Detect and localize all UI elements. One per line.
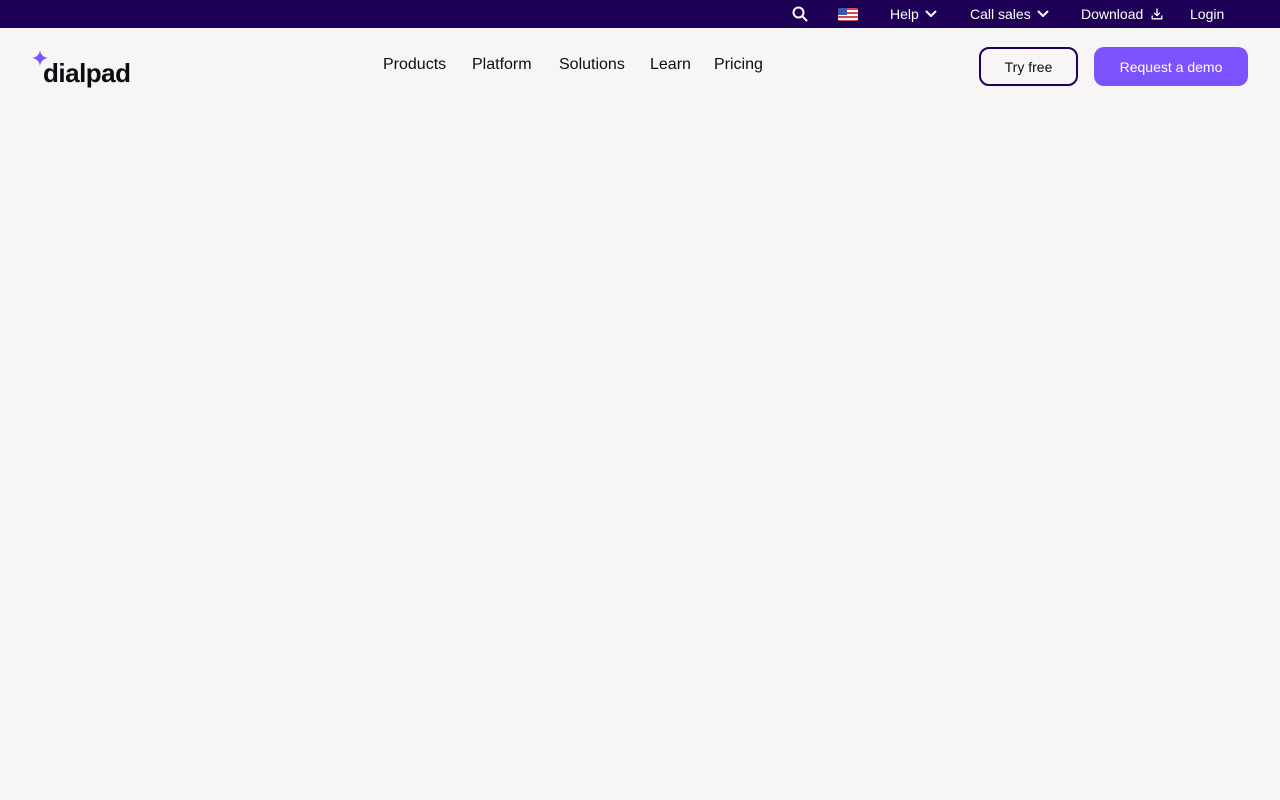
help-menu[interactable]: Help (890, 0, 937, 28)
call-sales-label: Call sales (970, 6, 1031, 22)
login-link[interactable]: Login (1190, 0, 1224, 28)
login-label: Login (1190, 6, 1225, 22)
nav-item-solutions[interactable]: Solutions (559, 56, 625, 74)
logo-text: dialpad (43, 58, 131, 88)
main-navigation: dialpad Products Platform Solutions Lear… (0, 28, 1280, 106)
download-label: Download (1081, 6, 1144, 22)
chevron-down-icon (1037, 10, 1049, 17)
nav-item-products[interactable]: Products (383, 56, 446, 74)
dialpad-logo[interactable]: dialpad (32, 50, 131, 86)
page-content-area (0, 106, 1280, 800)
download-link[interactable]: Download (1081, 0, 1163, 28)
call-sales-menu[interactable]: Call sales (970, 0, 1049, 28)
nav-item-platform[interactable]: Platform (472, 56, 532, 74)
request-demo-button[interactable]: Request a demo (1094, 47, 1248, 86)
us-flag-icon (838, 7, 858, 21)
language-selector[interactable] (838, 0, 858, 28)
nav-item-pricing[interactable]: Pricing (714, 56, 763, 74)
help-label: Help (890, 6, 919, 22)
search-icon (792, 6, 808, 22)
try-free-button[interactable]: Try free (979, 47, 1078, 86)
sparkle-icon (32, 50, 48, 66)
chevron-down-icon (925, 10, 937, 17)
download-icon (1151, 8, 1163, 20)
top-utility-bar: Help Call sales Download Login (0, 0, 1280, 28)
search-button[interactable] (792, 0, 808, 28)
nav-item-learn[interactable]: Learn (650, 56, 691, 74)
